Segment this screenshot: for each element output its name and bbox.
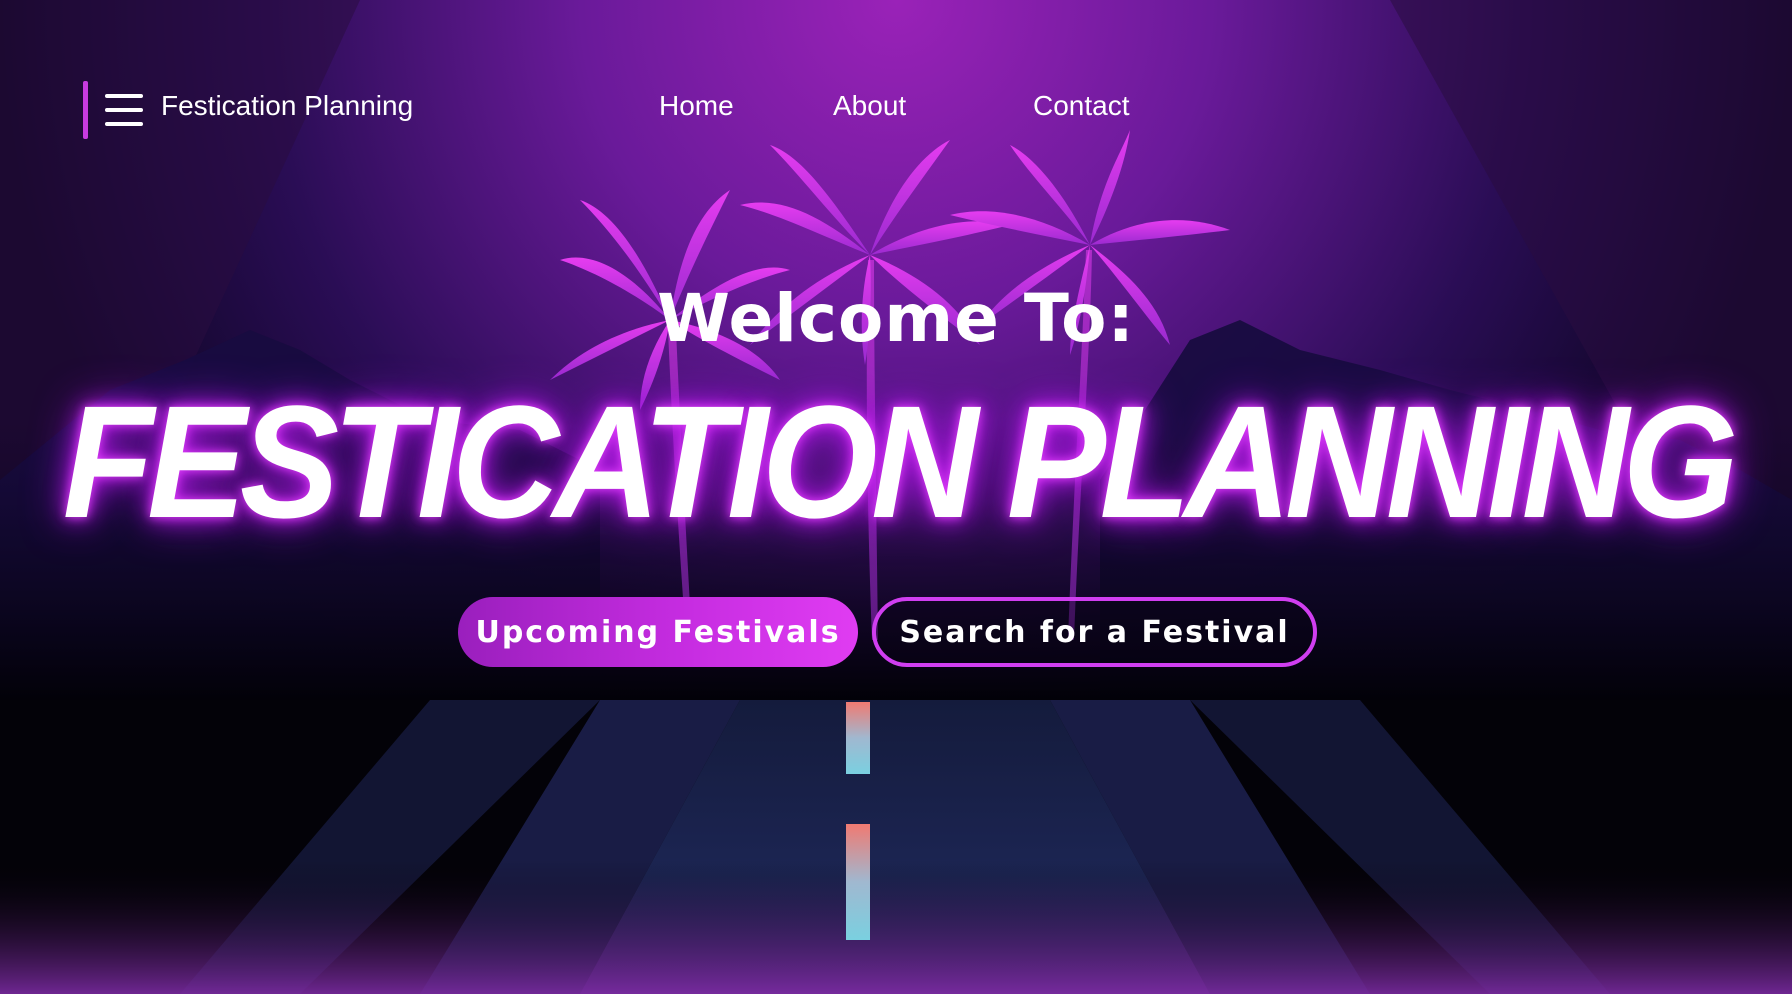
- nav-link-about[interactable]: About: [833, 90, 906, 122]
- brand-name[interactable]: Festication Planning: [161, 90, 413, 122]
- hero-title: FESTICATION PLANNING: [62, 372, 1739, 551]
- upcoming-festivals-button[interactable]: Upcoming Festivals: [458, 597, 858, 667]
- road-dash: [846, 702, 870, 774]
- hamburger-menu-icon[interactable]: [105, 94, 143, 126]
- search-festival-button[interactable]: Search for a Festival: [872, 597, 1317, 667]
- nav-accent-bar: [83, 81, 88, 139]
- welcome-heading: Welcome To:: [657, 280, 1135, 357]
- road-dash: [846, 824, 870, 940]
- nav-link-home[interactable]: Home: [659, 90, 734, 122]
- nav-link-contact[interactable]: Contact: [1033, 90, 1130, 122]
